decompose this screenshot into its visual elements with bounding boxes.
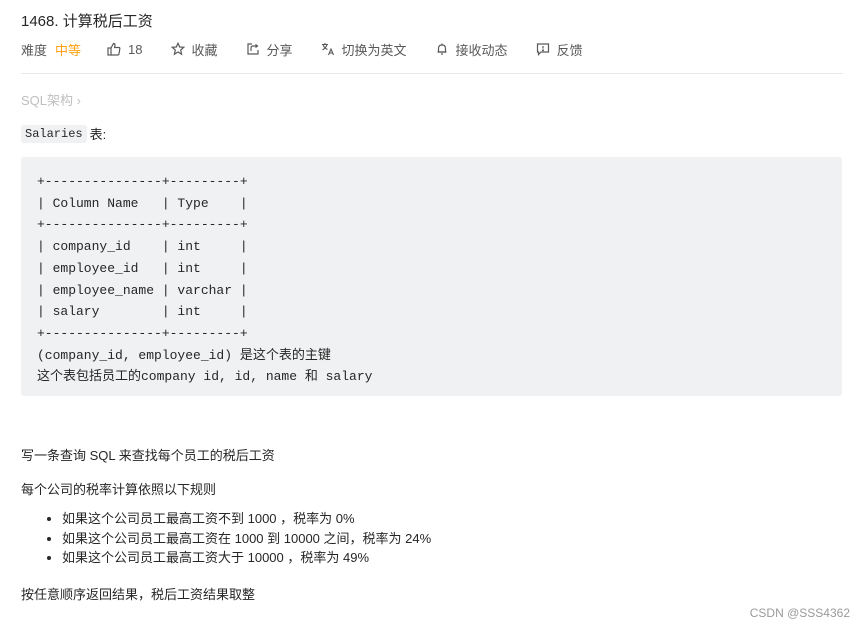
- like-button[interactable]: 18: [107, 41, 143, 57]
- table-name-code: Salaries: [21, 124, 87, 143]
- schema-code-block: +---------------+---------+ | Column Nam…: [21, 157, 842, 396]
- problem-meta-bar: 难度 中等 18 收藏 分享 切换为英文 接收动态 反馈: [21, 40, 611, 58]
- watermark: CSDN @SSS4362: [749, 606, 850, 620]
- subscribe-label: 接收动态: [455, 42, 508, 58]
- share-icon: [246, 42, 260, 56]
- task-description: 写一条查询 SQL 来查找每个员工的税后工资: [21, 448, 275, 463]
- star-icon: [170, 42, 185, 56]
- tax-rule-item: 如果这个公司员工最高工资在 1000 到 10000 之间，税率为 24%: [62, 529, 431, 549]
- feedback-button[interactable]: 反馈: [536, 40, 583, 59]
- translate-button[interactable]: 切换为英文: [321, 40, 407, 59]
- feedback-label: 反馈: [556, 42, 583, 58]
- feedback-icon: [536, 42, 550, 56]
- chevron-right-icon: ›: [76, 93, 81, 108]
- favorite-label: 收藏: [191, 42, 218, 58]
- result-note: 按任意顺序返回结果，税后工资结果取整: [21, 587, 256, 602]
- tax-rule-item: 如果这个公司员工最高工资不到 1000 ，税率为 0%: [62, 509, 431, 529]
- thumbs-up-icon: [107, 42, 121, 56]
- schema-code-text: +---------------+---------+ | Column Nam…: [37, 174, 373, 385]
- share-label: 分享: [266, 42, 293, 58]
- share-button[interactable]: 分享: [246, 40, 293, 59]
- translate-label: 切换为英文: [341, 42, 407, 58]
- like-count: 18: [128, 41, 143, 57]
- favorite-button[interactable]: 收藏: [170, 40, 218, 59]
- table-intro-suffix: 表:: [89, 127, 107, 142]
- difficulty-value: 中等: [55, 42, 82, 58]
- difficulty-label: 难度: [21, 42, 48, 58]
- subscribe-button[interactable]: 接收动态: [435, 40, 508, 59]
- tax-rules-list: 如果这个公司员工最高工资不到 1000 ，税率为 0% 如果这个公司员工最高工资…: [21, 509, 431, 568]
- tax-rule-item: 如果这个公司员工最高工资大于 10000 ，税率为 49%: [62, 548, 431, 568]
- translate-icon: [321, 42, 335, 56]
- problem-title: 1468. 计算税后工资: [21, 13, 153, 30]
- tax-rule-intro: 每个公司的税率计算依照以下规则: [21, 482, 217, 497]
- bell-icon: [435, 42, 449, 56]
- breadcrumb-sql-schema[interactable]: SQL架构 ›: [21, 90, 81, 109]
- table-intro: Salaries 表:: [21, 124, 106, 143]
- header-divider: [21, 73, 843, 74]
- breadcrumb-label: SQL架构: [21, 93, 74, 108]
